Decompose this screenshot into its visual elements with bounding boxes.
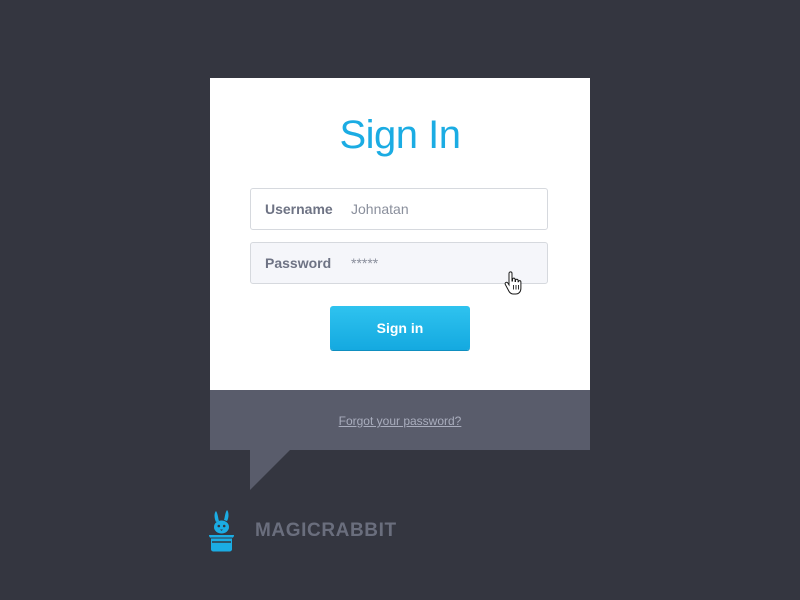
username-input[interactable] <box>351 189 536 229</box>
username-label: Username <box>265 201 333 217</box>
brand: MAGICRABBIT <box>208 508 397 554</box>
sign-in-button[interactable]: Sign in <box>330 306 470 350</box>
login-screen: Sign In Username Password Sign in Forgot… <box>0 0 800 600</box>
card-footer: Forgot your password? <box>210 390 590 450</box>
speech-bubble-tail <box>250 450 290 490</box>
password-label: Password <box>265 255 332 271</box>
username-field[interactable]: Username <box>250 188 548 230</box>
brand-name: MAGICRABBIT <box>255 520 397 541</box>
hand-pointer-icon <box>504 271 522 295</box>
rabbit-in-hat-icon <box>209 510 234 552</box>
page-title: Sign In <box>339 113 461 157</box>
forgot-password-link[interactable]: Forgot your password? <box>339 414 462 428</box>
